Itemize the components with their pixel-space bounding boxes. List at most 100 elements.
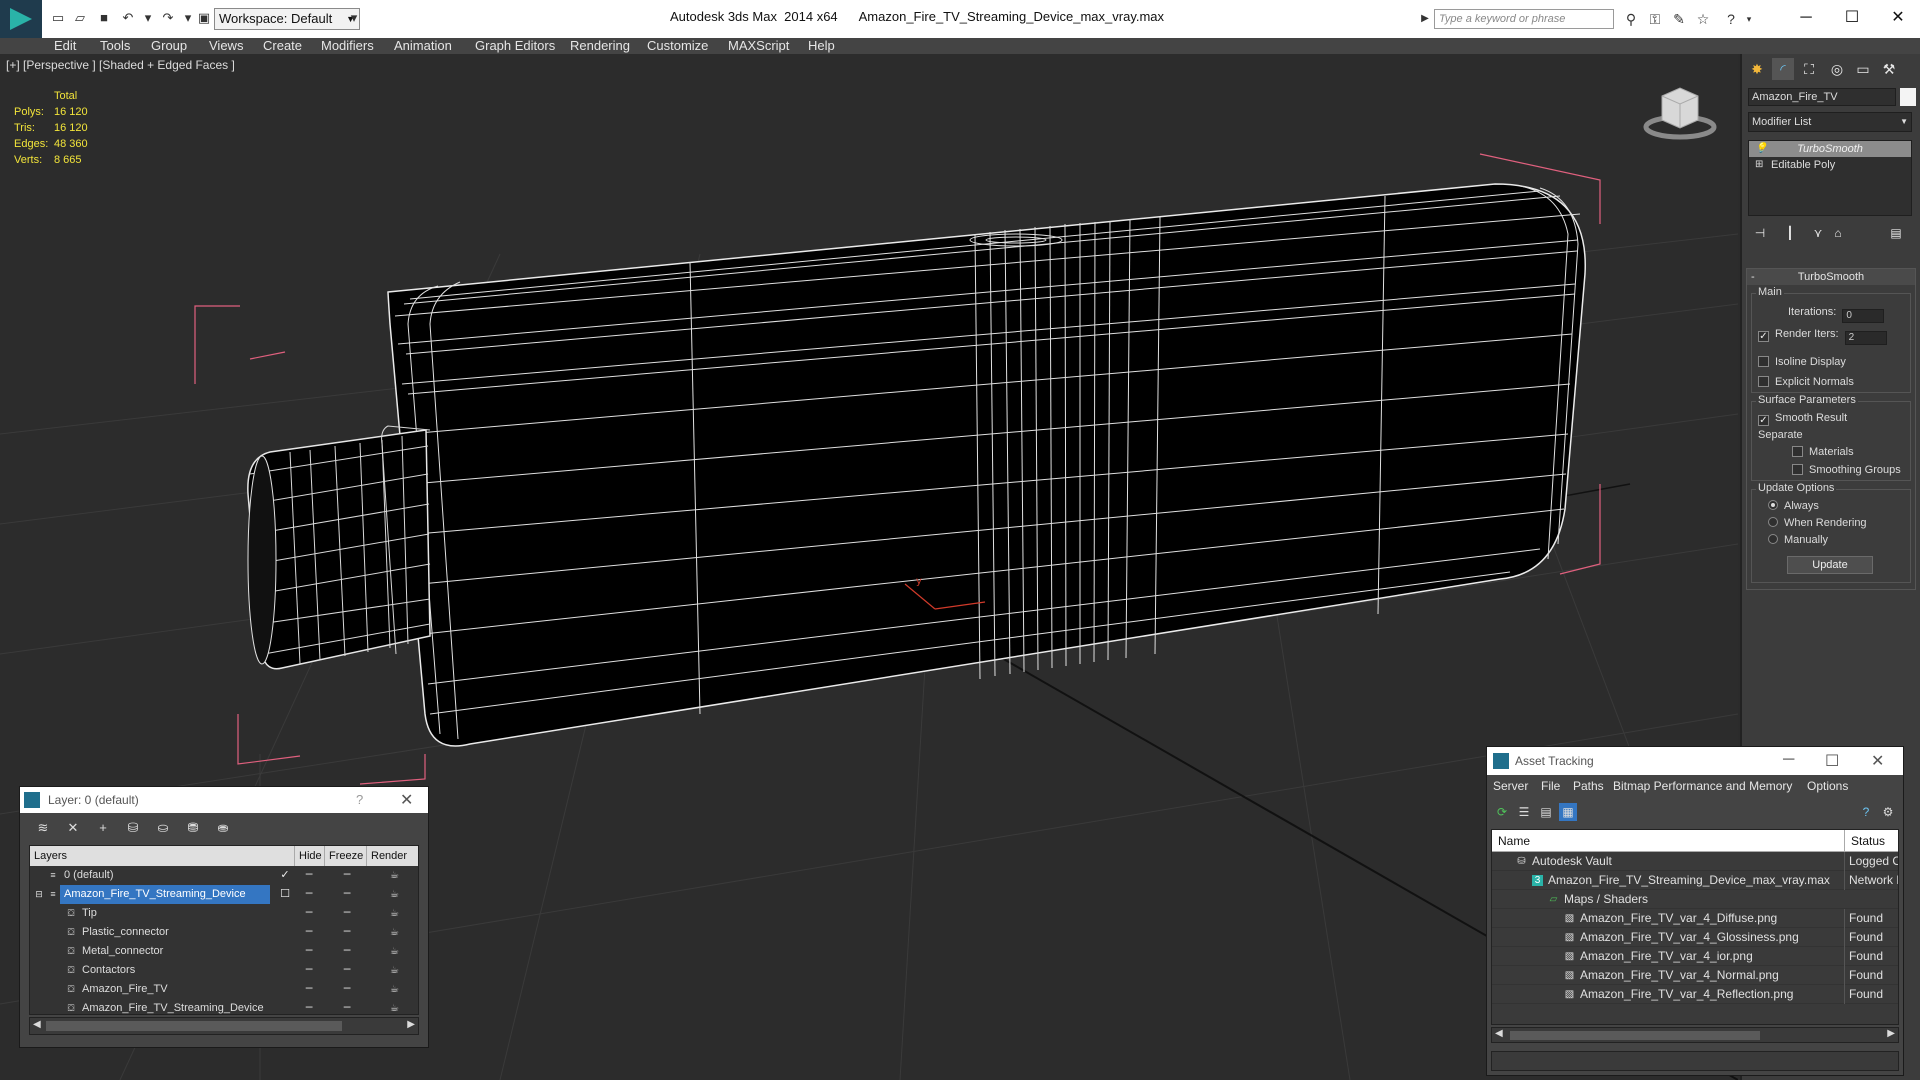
freeze-all-layers-icon[interactable]: ⛂	[214, 819, 232, 837]
col-status[interactable]: Status	[1844, 830, 1885, 852]
freeze-toggle[interactable]: ━	[340, 866, 354, 885]
when-rendering-radio[interactable]	[1768, 517, 1778, 527]
communication-center-icon[interactable]: ✎	[1670, 10, 1688, 28]
menu-create[interactable]: Create	[263, 38, 302, 54]
remove-modifier-icon[interactable]: ⌂	[1830, 224, 1846, 242]
settings-icon[interactable]: ⚙	[1879, 803, 1897, 821]
freeze-toggle[interactable]: ━	[340, 904, 354, 923]
hide-toggle[interactable]: ━	[302, 961, 316, 980]
favorites-star-icon[interactable]: ☆	[1694, 10, 1712, 28]
maximize-icon[interactable]: ☐	[1825, 751, 1839, 771]
isoline-checkbox[interactable]	[1758, 356, 1769, 367]
help-icon[interactable]: ?	[1857, 803, 1875, 821]
layer-row[interactable]: ⛋ Metal_connector ━ ━ ☕	[30, 942, 418, 961]
workspace-dropdown[interactable]: Workspace: Default ▼	[214, 8, 360, 30]
menu-modifiers[interactable]: Modifiers	[321, 38, 374, 54]
stack-item-editable-poly[interactable]: ⊞ Editable Poly	[1749, 157, 1911, 173]
subscription-icon[interactable]: ⚿	[1646, 10, 1664, 28]
viewcube[interactable]	[1643, 87, 1717, 140]
col-name[interactable]: Name	[1492, 830, 1530, 852]
asset-row[interactable]: ▧ Amazon_Fire_TV_var_4_Reflection.png Fo…	[1492, 985, 1898, 1004]
scroll-right-icon[interactable]: ▶	[407, 1019, 415, 1030]
freeze-toggle[interactable]: ━	[340, 999, 354, 1018]
render-teapot-icon[interactable]: ☕	[390, 866, 399, 885]
add-layer-icon[interactable]: +	[94, 819, 112, 837]
layer-row[interactable]: ⛋ Amazon_Fire_TV ━ ━ ☕	[30, 980, 418, 999]
make-unique-icon[interactable]: ⋎	[1810, 224, 1826, 242]
object-name-field[interactable]: Amazon_Fire_TV	[1748, 88, 1896, 106]
freeze-toggle[interactable]: ━	[340, 885, 354, 904]
horizontal-scrollbar[interactable]: ◀ ▶	[29, 1017, 419, 1035]
delete-layer-icon[interactable]: ✕	[64, 819, 82, 837]
render-iters-spinner[interactable]: 2	[1844, 331, 1887, 345]
minimize-icon[interactable]: ─	[1783, 751, 1794, 769]
menu-maxscript[interactable]: MAXScript	[728, 38, 789, 54]
quick-access-dropdown-icon[interactable]: ▾	[346, 10, 362, 26]
horizontal-scrollbar[interactable]: ◀ ▶	[1491, 1027, 1899, 1043]
menu-edit[interactable]: Edit	[54, 38, 76, 54]
freeze-toggle[interactable]: ━	[340, 942, 354, 961]
always-radio[interactable]	[1768, 500, 1778, 510]
project-folder-icon[interactable]: ▣	[196, 10, 212, 26]
smoothing-groups-checkbox[interactable]	[1792, 464, 1803, 475]
detail-view-icon[interactable]: ▤	[1537, 803, 1555, 821]
motion-tab-icon[interactable]: ◎	[1826, 58, 1848, 80]
layer-row[interactable]: ⛋ Plastic_connector ━ ━ ☕	[30, 923, 418, 942]
minimize-icon[interactable]: ─	[1786, 4, 1826, 32]
update-button[interactable]: Update	[1787, 556, 1873, 574]
show-end-result-icon[interactable]: ┃	[1782, 224, 1798, 242]
create-tab-icon[interactable]: ✸	[1746, 58, 1768, 80]
table-view-icon[interactable]: ▦	[1559, 803, 1577, 821]
menu-animation[interactable]: Animation	[394, 38, 452, 54]
menu-paths[interactable]: Paths	[1573, 779, 1604, 793]
hide-toggle[interactable]: ━	[302, 904, 316, 923]
stack-item-turbosmooth[interactable]: 💡 TurboSmooth	[1749, 141, 1911, 157]
col-freeze[interactable]: Freeze	[324, 846, 366, 866]
search-input[interactable]: Type a keyword or phrase	[1434, 9, 1614, 29]
configure-modifier-sets-icon[interactable]: ▤	[1888, 224, 1904, 242]
freeze-toggle[interactable]: ━	[340, 980, 354, 999]
display-tab-icon[interactable]: ▭	[1852, 58, 1874, 80]
asset-row[interactable]: ⛁ Autodesk Vault Logged Out	[1492, 852, 1898, 871]
menu-server[interactable]: Server	[1493, 779, 1528, 793]
list-view-icon[interactable]: ☰	[1515, 803, 1533, 821]
render-teapot-icon[interactable]: ☕	[390, 999, 399, 1018]
asset-row[interactable]: 3 Amazon_Fire_TV_Streaming_Device_max_vr…	[1492, 871, 1898, 890]
materials-checkbox[interactable]	[1792, 446, 1803, 457]
viewport-label-menu[interactable]: [+] [Perspective ] [Shaded + Edged Faces…	[6, 58, 235, 72]
smooth-result-checkbox[interactable]: ✓	[1758, 415, 1769, 426]
freeze-toggle[interactable]: ━	[340, 923, 354, 942]
asset-row[interactable]: ▧ Amazon_Fire_TV_var_4_Glossiness.png Fo…	[1492, 928, 1898, 947]
layer-row[interactable]: ⊟ ≡ Amazon_Fire_TV_Streaming_Device ☐ ━ …	[30, 885, 418, 904]
scroll-left-icon[interactable]: ◀	[1495, 1028, 1503, 1039]
lightbulb-icon[interactable]: 💡	[1755, 141, 1767, 157]
hide-toggle[interactable]: ━	[302, 999, 316, 1018]
help-dropdown-icon[interactable]: ▾	[1740, 10, 1758, 28]
hierarchy-tab-icon[interactable]: ⛶	[1798, 58, 1820, 80]
collapse-minus-icon[interactable]: ⊟	[34, 889, 44, 900]
layer-row[interactable]: ≡ 0 (default) ✓ ━ ━ ☕	[30, 866, 418, 885]
modifier-list-dropdown[interactable]: Modifier List ▼	[1748, 112, 1912, 132]
freeze-toggle[interactable]: ━	[340, 961, 354, 980]
col-render[interactable]: Render	[366, 846, 418, 866]
scroll-left-icon[interactable]: ◀	[33, 1019, 41, 1030]
menu-options[interactable]: Options	[1807, 779, 1848, 793]
help-icon[interactable]: ?	[1722, 10, 1740, 28]
scroll-right-icon[interactable]: ▶	[1887, 1028, 1895, 1039]
utilities-tab-icon[interactable]: ⚒	[1878, 58, 1900, 80]
hide-toggle[interactable]: ━	[302, 980, 316, 999]
save-icon[interactable]: ■	[96, 10, 112, 26]
hide-toggle[interactable]: ━	[302, 885, 316, 904]
pin-stack-icon[interactable]: ⊣	[1752, 224, 1768, 242]
refresh-icon[interactable]: ⟳	[1493, 803, 1511, 821]
menu-group[interactable]: Group	[151, 38, 187, 54]
hide-all-layers-icon[interactable]: ⛃	[184, 819, 202, 837]
help-icon[interactable]: ?	[356, 792, 363, 807]
menu-views[interactable]: Views	[209, 38, 243, 54]
col-hide[interactable]: Hide	[294, 846, 324, 866]
asset-row[interactable]: ▧ Amazon_Fire_TV_var_4_ior.png Found	[1492, 947, 1898, 966]
highlight-layer-icon[interactable]: ⛀	[154, 819, 172, 837]
redo-icon[interactable]: ↷	[160, 10, 176, 26]
render-teapot-icon[interactable]: ☕	[390, 904, 399, 923]
menu-rendering[interactable]: Rendering	[570, 38, 630, 54]
